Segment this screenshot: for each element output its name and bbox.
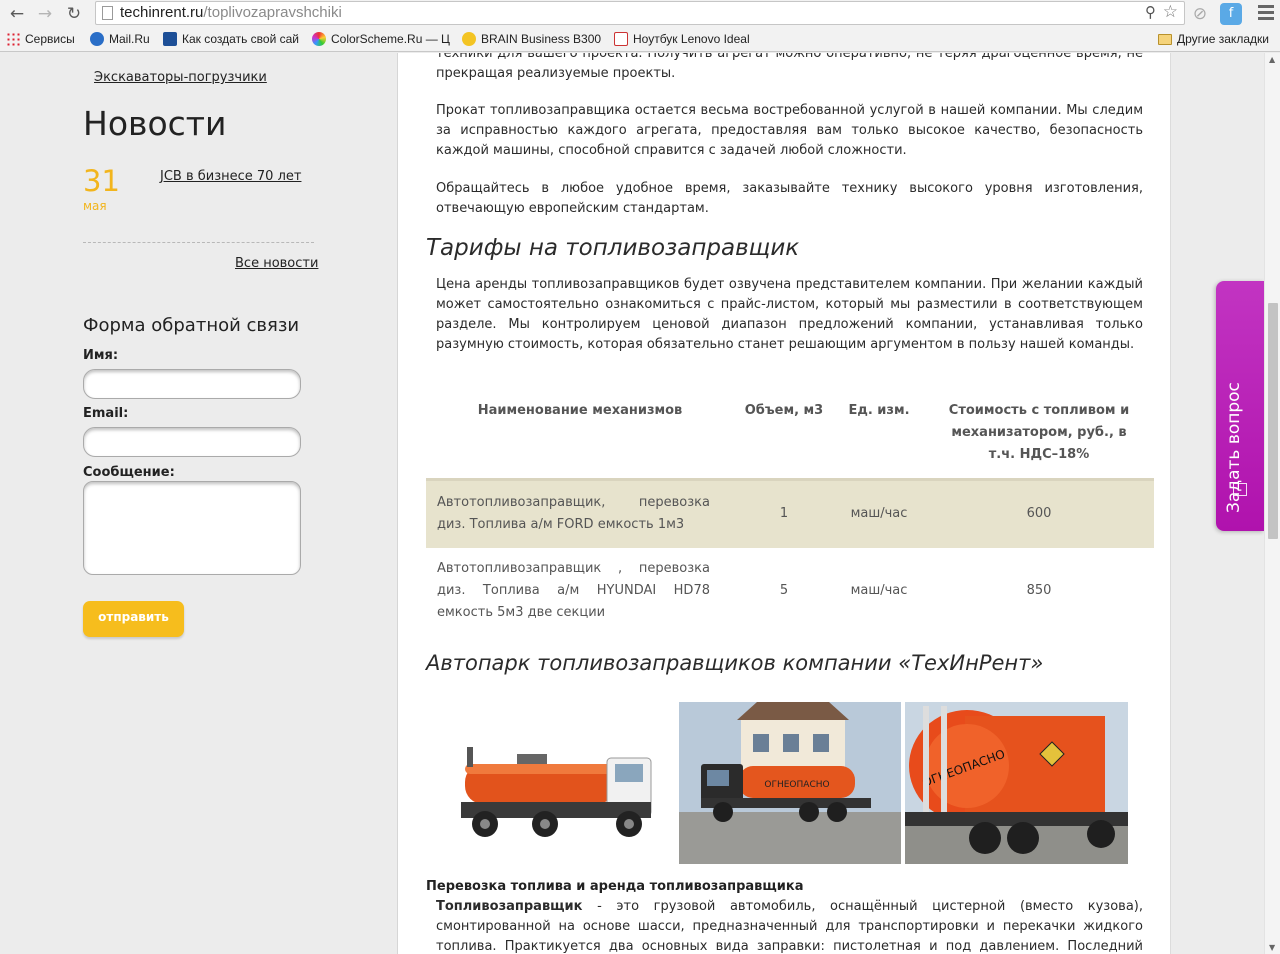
name-field[interactable]	[83, 369, 301, 399]
all-news-link[interactable]: Все новости	[235, 256, 318, 271]
cell-volume: 5	[734, 547, 834, 634]
fuel-truck-photo-rear[interactable]: ОГНЕОПАСНО	[905, 702, 1128, 864]
reload-icon[interactable]: ↻	[63, 3, 85, 25]
paragraph-price: Цена аренды топливозаправщиков будет озв…	[436, 277, 1143, 352]
news-heading: Новости	[83, 104, 227, 143]
sidebar: Экскаваторы-погрузчики Новости 31 мая JC…	[0, 53, 398, 954]
menu-icon[interactable]	[1258, 5, 1274, 23]
scroll-up-icon[interactable]: ▲	[1269, 55, 1275, 64]
brain-icon	[462, 32, 476, 46]
block-icon[interactable]: ⊘	[1189, 3, 1211, 25]
paragraph-contact: Обращайтесь в любое удобное время, заказ…	[436, 181, 1143, 216]
apps-icon	[6, 32, 20, 46]
forward-icon[interactable]: →	[34, 3, 56, 25]
bookmark-mailru[interactable]: Mail.Ru	[90, 32, 150, 46]
site-icon	[163, 32, 177, 46]
cell-volume: 1	[734, 479, 834, 548]
feedback-form-title: Форма обратной связи	[83, 315, 300, 336]
email-field[interactable]	[83, 427, 301, 457]
bookmark-site[interactable]: Как создать свой сай	[163, 32, 299, 46]
bookmark-other[interactable]: Другие закладки	[1158, 32, 1269, 46]
fuel-truck-photo-ford[interactable]	[457, 702, 657, 864]
tanker-term: Топливозаправщик	[436, 899, 583, 914]
mailru-icon	[90, 32, 104, 46]
cell-unit: маш/час	[834, 547, 924, 634]
news-date-month: мая	[83, 199, 107, 213]
news-date-day: 31	[83, 164, 120, 198]
zoom-icon[interactable]: ⚲	[1145, 3, 1156, 21]
bookmarks-bar: Сервисы Mail.Ru Как создать свой сай Col…	[0, 28, 1280, 52]
table-header-row: Наименование механизмов Объем, м3 Ед. из…	[426, 396, 1154, 481]
address-bar[interactable]: techinrent.ru/toplivozapravshchiki ⚲ ☆	[95, 1, 1185, 25]
news-item-link[interactable]: JCB в бизнесе 70 лет	[160, 169, 301, 184]
page-icon	[614, 32, 628, 46]
bookmark-brain[interactable]: BRAIN Business B300	[462, 32, 601, 46]
cell-name: Автотопливозаправщик , перевозка диз. То…	[426, 547, 734, 634]
price-table: Наименование механизмов Объем, м3 Ед. из…	[426, 396, 1154, 634]
bookmark-services[interactable]: Сервисы	[6, 32, 75, 46]
colorscheme-icon	[312, 32, 326, 46]
cell-unit: маш/час	[834, 479, 924, 548]
bookmark-lenovo[interactable]: Ноутбук Lenovo Ideal	[614, 32, 750, 46]
divider	[83, 242, 314, 243]
tariffs-heading: Тарифы на топливозаправщик	[426, 235, 800, 261]
page-scrollbar[interactable]: ▲ ▼	[1264, 53, 1280, 954]
col-header-price: Стоимость с топливом и механизатором, ру…	[924, 396, 1154, 481]
col-header-unit: Ед. изм.	[834, 396, 924, 481]
extension-icon[interactable]: f	[1220, 3, 1242, 25]
folder-icon	[1158, 34, 1172, 45]
cell-name: Автотопливозаправщик, перевозка диз. Топ…	[426, 479, 734, 548]
message-label: Сообщение:	[83, 465, 175, 480]
page-viewport: Экскаваторы-погрузчики Новости 31 мая JC…	[0, 53, 1264, 954]
paragraph-intro: техники для вашего проекта. Получить агр…	[436, 53, 1143, 81]
url-text: techinrent.ru/toplivozapravshchiki	[120, 4, 342, 21]
link-excavators[interactable]: Экскаваторы-погрузчики	[94, 70, 267, 85]
email-label: Email:	[83, 406, 129, 421]
bookmark-colorscheme[interactable]: ColorScheme.Ru — Ц	[312, 32, 450, 46]
fuel-truck-photo-yard[interactable]: ОГНЕОПАСНО	[679, 702, 901, 864]
scroll-thumb[interactable]	[1268, 303, 1278, 539]
paragraph-tanker-definition: Топливозаправщик - это грузовой автомоби…	[436, 897, 1143, 954]
star-icon[interactable]: ☆	[1163, 2, 1178, 22]
table-row: Автотопливозаправщик, перевозка диз. Топ…	[426, 479, 1154, 548]
col-header-name: Наименование механизмов	[426, 396, 734, 481]
message-field[interactable]	[83, 481, 301, 575]
transport-heading: Перевозка топлива и аренда топливозаправ…	[426, 879, 804, 894]
page-icon	[102, 6, 113, 20]
cell-price: 850	[924, 547, 1154, 634]
col-header-volume: Объем, м3	[734, 396, 834, 481]
scroll-down-icon[interactable]: ▼	[1269, 943, 1275, 952]
browser-toolbar: ← → ↻ techinrent.ru/toplivozapravshchiki…	[0, 0, 1280, 28]
paragraph-rental: Прокат топливозаправщика остается весьма…	[436, 103, 1143, 158]
fleet-heading: Автопарк топливозаправщиков компании «Те…	[426, 651, 1044, 675]
table-row: Автотопливозаправщик , перевозка диз. То…	[426, 547, 1154, 634]
cell-price: 600	[924, 479, 1154, 548]
ask-question-tab[interactable]: Задать вопрос	[1216, 281, 1264, 531]
submit-button[interactable]: отправить	[83, 601, 184, 637]
name-label: Имя:	[83, 348, 119, 363]
photo-label: ОГНЕОПАСНО	[764, 780, 829, 790]
back-icon[interactable]: ←	[6, 3, 28, 25]
checkbox-icon	[1233, 483, 1247, 496]
